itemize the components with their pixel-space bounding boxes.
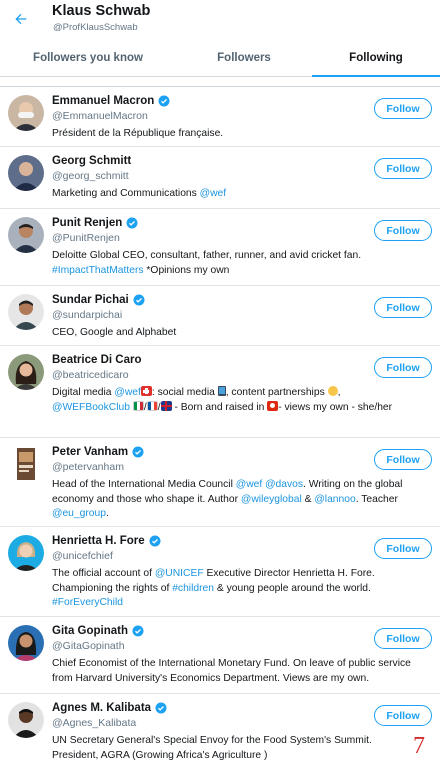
account-handle: @sundarpichai <box>52 309 123 321</box>
follow-button[interactable]: Follow <box>374 220 432 241</box>
avatar[interactable] <box>8 294 44 330</box>
list-item[interactable]: Emmanuel Macron @EmmanuelMacron Présiden… <box>0 87 440 147</box>
account-name[interactable]: Beatrice Di Caro <box>52 354 141 366</box>
account-handle: @unicefchief <box>52 550 113 562</box>
mention-link[interactable]: @wef <box>200 188 226 199</box>
account-bio: Chief Economist of the International Mon… <box>52 658 411 684</box>
account-bio: UN Secretary General's Special Envoy for… <box>52 735 372 761</box>
follow-button[interactable]: Follow <box>374 449 432 470</box>
account-handle: @GitaGopinath <box>52 640 125 652</box>
verified-badge-icon <box>158 95 170 107</box>
account-handle: @Agnes_Kalibata <box>52 717 137 729</box>
follow-button[interactable]: Follow <box>374 158 432 179</box>
account-bio: Head of the International Media Council … <box>52 479 403 519</box>
mention-link[interactable]: @lannoo <box>314 494 355 505</box>
account-bio: Marketing and Communications @wef <box>52 188 227 199</box>
avatar[interactable] <box>8 155 44 191</box>
account-handle: @beatricedicaro <box>52 369 129 381</box>
account-name[interactable]: Emmanuel Macron <box>52 95 154 107</box>
mention-link[interactable]: @wileyglobal <box>241 494 302 505</box>
list-item[interactable]: Peter Vanham @petervanham Head of the In… <box>0 438 440 527</box>
follow-button[interactable]: Follow <box>374 98 432 119</box>
italy-flag-icon <box>132 400 144 411</box>
account-name[interactable]: Sundar Pichai <box>52 294 129 306</box>
verified-badge-icon <box>132 446 144 458</box>
follow-button[interactable]: Follow <box>374 297 432 318</box>
profile-name: Klaus Schwab <box>52 3 151 19</box>
uk-flag-icon <box>160 400 172 411</box>
hong-kong-flag-icon <box>267 400 279 411</box>
hashtag-link[interactable]: #children <box>172 583 214 594</box>
verified-badge-icon <box>149 535 161 547</box>
list-item[interactable]: Punit Renjen @PunitRenjen Deloitte Globa… <box>0 209 440 286</box>
list-item[interactable]: Georg Schmitt @georg_schmitt Marketing a… <box>0 147 440 209</box>
hashtag-link[interactable]: #ForEveryChild <box>52 597 123 608</box>
follow-button[interactable]: Follow <box>374 705 432 726</box>
verified-badge-icon <box>126 217 138 229</box>
avatar[interactable] <box>8 535 44 571</box>
handshake-icon <box>327 386 338 396</box>
account-handle: @EmmanuelMacron <box>52 110 148 122</box>
verified-badge-icon <box>155 702 167 714</box>
account-name[interactable]: Peter Vanham <box>52 446 128 458</box>
account-name[interactable]: Agnes M. Kalibata <box>52 702 151 714</box>
account-bio: Président de la République française. <box>52 128 224 139</box>
profile-handle: @ProfKlausSchwab <box>53 22 138 33</box>
account-name[interactable]: Georg Schmitt <box>52 155 131 167</box>
profile-header: Klaus Schwab @ProfKlausSchwab <box>0 0 440 40</box>
avatar[interactable] <box>8 354 44 390</box>
list-item[interactable]: Beatrice Di Caro @beatricedicaro Digital… <box>0 346 440 438</box>
follow-button[interactable]: Follow <box>374 628 432 649</box>
account-handle: @georg_schmitt <box>52 170 129 182</box>
follow-button[interactable]: Follow <box>374 357 432 378</box>
tab-bar: Followers you know Followers Following <box>0 40 440 77</box>
mention-link[interactable]: @wef <box>236 479 262 490</box>
account-bio: The official account of @UNICEF Executiv… <box>52 568 375 608</box>
account-bio: Digital media @wef: social media , conte… <box>52 386 393 413</box>
account-handle: @PunitRenjen <box>52 232 120 244</box>
follow-button[interactable]: Follow <box>374 538 432 559</box>
mention-link[interactable]: @WEFBookClub <box>52 402 130 413</box>
mobile-phone-icon <box>217 386 226 396</box>
mention-link[interactable]: @wef <box>114 387 140 398</box>
verified-badge-icon <box>133 294 145 306</box>
back-arrow-icon[interactable] <box>10 8 32 30</box>
page-number: 7 <box>413 733 425 759</box>
following-list: Emmanuel Macron @EmmanuelMacron Présiden… <box>0 87 440 767</box>
tab-followers-you-know[interactable]: Followers you know <box>0 40 176 76</box>
swiss-flag-icon <box>140 386 152 396</box>
tab-following[interactable]: Following <box>312 40 440 77</box>
list-item[interactable]: Henrietta H. Fore @unicefchief The offic… <box>0 527 440 617</box>
france-flag-icon <box>146 400 158 411</box>
avatar[interactable] <box>8 625 44 661</box>
account-handle: @petervanham <box>52 461 124 473</box>
avatar[interactable] <box>8 95 44 131</box>
account-name[interactable]: Gita Gopinath <box>52 625 128 637</box>
account-bio: CEO, Google and Alphabet <box>52 327 177 338</box>
avatar[interactable] <box>8 217 44 253</box>
mention-link[interactable]: @UNICEF <box>155 568 204 579</box>
avatar[interactable] <box>8 702 44 738</box>
account-bio: Deloitte Global CEO, consultant, father,… <box>52 250 362 276</box>
mention-link[interactable]: @eu_group <box>52 508 106 519</box>
account-name[interactable]: Henrietta H. Fore <box>52 535 145 547</box>
tab-followers[interactable]: Followers <box>176 40 312 76</box>
mention-link[interactable]: @davos <box>265 479 303 490</box>
account-name[interactable]: Punit Renjen <box>52 217 122 229</box>
hashtag-link[interactable]: #ImpactThatMatters <box>52 265 144 276</box>
list-item[interactable]: Agnes M. Kalibata @Agnes_Kalibata UN Sec… <box>0 694 440 767</box>
list-item[interactable]: Sundar Pichai @sundarpichai CEO, Google … <box>0 286 440 346</box>
avatar[interactable] <box>8 446 44 482</box>
verified-badge-icon <box>132 625 144 637</box>
list-item[interactable]: Gita Gopinath @GitaGopinath Chief Econom… <box>0 617 440 694</box>
